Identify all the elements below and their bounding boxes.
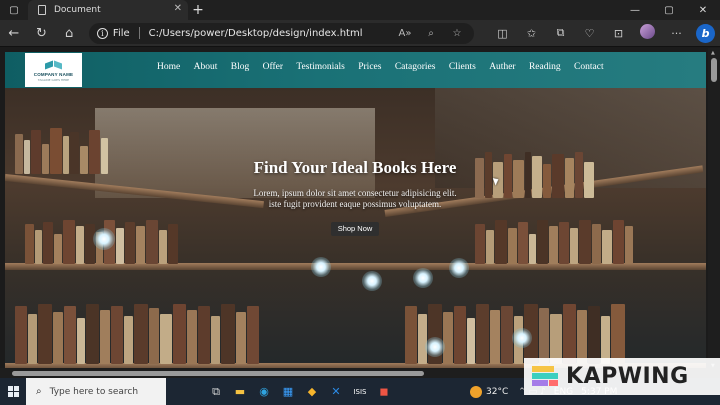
more-options-icon[interactable]: ··· — [662, 27, 691, 40]
store-icon[interactable]: ▦ — [276, 378, 300, 405]
document-icon — [38, 5, 46, 15]
lamp-glow — [413, 268, 433, 288]
kapwing-watermark: KAPWING — [524, 358, 720, 395]
read-aloud-icon[interactable]: A» — [392, 28, 418, 39]
hero-title: Find Your Ideal Books Here — [253, 158, 457, 177]
nav-catagories[interactable]: Catagories — [395, 62, 436, 72]
refresh-icon[interactable]: ↻ — [28, 20, 56, 47]
back-icon[interactable]: ← — [0, 20, 28, 47]
nav-contact[interactable]: Contact — [574, 62, 604, 72]
url-separator — [138, 27, 140, 39]
main-nav: Home About Blog Offer Testimonials Price… — [157, 52, 617, 82]
collections-icon[interactable]: ⧉ — [546, 26, 575, 40]
url-text: C:/Users/power/Desktop/design/index.html — [148, 27, 363, 39]
windows-logo-icon — [7, 386, 19, 397]
nav-clients[interactable]: Clients — [449, 62, 476, 72]
nav-home[interactable]: Home — [157, 62, 180, 72]
scroll-up-icon[interactable]: ▲ — [711, 50, 715, 56]
minimize-icon[interactable]: — — [618, 5, 652, 16]
workspaces-icon[interactable]: ▢ — [0, 0, 28, 20]
shop-now-button[interactable]: Shop Now — [331, 222, 379, 236]
info-icon[interactable]: i — [96, 27, 108, 39]
task-view-icon[interactable]: ⧉ — [204, 378, 228, 405]
lamp-glow — [93, 228, 115, 250]
start-button[interactable] — [0, 378, 26, 405]
url-field[interactable]: i File C:/Users/power/Desktop/design/ind… — [88, 22, 474, 44]
tab-title: Document — [54, 5, 101, 15]
vscode-icon[interactable]: ✕ — [324, 378, 348, 405]
profile-avatar[interactable] — [633, 24, 662, 42]
book-row — [15, 126, 109, 174]
edge-icon[interactable]: ◉ — [252, 378, 276, 405]
app-icon[interactable]: ◼ — [372, 378, 396, 405]
search-icon: ⌕ — [36, 386, 42, 397]
book-row — [475, 220, 634, 264]
nav-auther[interactable]: Auther — [489, 62, 515, 72]
app-icon[interactable]: ◆ — [300, 378, 324, 405]
browser-tab[interactable]: Document ✕ — [28, 0, 188, 20]
page-viewport: COMPANY NAME TAGLINE GOES HERE Home Abou… — [5, 52, 706, 368]
temperature-label: 32°C — [486, 386, 509, 397]
taskbar-search-field[interactable]: ⌕ Type here to search — [26, 378, 166, 405]
lamp-glow — [512, 328, 532, 348]
screen: ▢ Document ✕ + — ▢ ✕ ← ↻ ⌂ i File C:/Use… — [0, 0, 720, 405]
nav-about[interactable]: About — [194, 62, 218, 72]
isis-app-icon[interactable]: ISIS — [348, 378, 372, 405]
kapwing-logo-icon — [530, 364, 560, 390]
book-row — [475, 148, 595, 198]
url-prefix: File — [112, 27, 130, 39]
vertical-scrollbar[interactable]: ▲ ▼ — [708, 48, 720, 371]
browser-essentials-icon[interactable]: ♡ — [575, 27, 604, 40]
hero-window-light — [95, 108, 375, 198]
file-explorer-icon[interactable]: ▬ — [228, 378, 252, 405]
shelf — [5, 263, 706, 270]
book-row — [15, 302, 260, 364]
lamp-glow — [311, 257, 331, 277]
nav-testimonials[interactable]: Testimonials — [296, 62, 344, 72]
site-header: COMPANY NAME TAGLINE GOES HERE Home Abou… — [5, 52, 706, 88]
nav-offer[interactable]: Offer — [263, 62, 283, 72]
close-window-icon[interactable]: ✕ — [686, 5, 720, 16]
book-logo-icon — [44, 58, 64, 70]
extensions-icon[interactable]: ⊡ — [604, 27, 633, 40]
lamp-glow — [362, 271, 382, 291]
address-bar: ← ↻ ⌂ i File C:/Users/power/Desktop/desi… — [0, 20, 720, 47]
taskbar-apps: ⧉ ▬ ◉ ▦ ◆ ✕ ISIS ◼ — [204, 378, 396, 405]
nav-prices[interactable]: Prices — [358, 62, 381, 72]
hero-text: Lorem, ipsum dolor sit amet consectetur … — [253, 188, 457, 209]
weather-icon[interactable] — [470, 385, 482, 398]
horizontal-scroll-thumb[interactable] — [12, 371, 424, 376]
omnibox-tools: A» ⌕ ☆ — [392, 23, 470, 44]
lamp-glow — [425, 337, 445, 357]
kapwing-text: KAPWING — [566, 364, 689, 389]
taskbar-search-placeholder: Type here to search — [49, 386, 139, 397]
lamp-glow — [449, 258, 469, 278]
home-icon[interactable]: ⌂ — [55, 20, 83, 47]
favorite-star-icon[interactable]: ☆ — [444, 28, 470, 39]
logo-tagline: TAGLINE GOES HERE — [37, 78, 70, 82]
close-tab-icon[interactable]: ✕ — [174, 3, 182, 14]
company-logo[interactable]: COMPANY NAME TAGLINE GOES HERE — [25, 53, 82, 87]
nav-reading[interactable]: Reading — [529, 62, 561, 72]
favorites-icon[interactable]: ✩ — [517, 27, 546, 40]
toolbar-right: ◫ ✩ ⧉ ♡ ⊡ ··· b — [488, 23, 720, 43]
copilot-icon[interactable]: b — [691, 23, 720, 43]
split-screen-icon[interactable]: ◫ — [488, 27, 517, 40]
maximize-icon[interactable]: ▢ — [652, 5, 686, 16]
zoom-icon[interactable]: ⌕ — [418, 28, 444, 39]
hero-section: Find Your Ideal Books Here Lorem, ipsum … — [5, 88, 706, 368]
window-controls: — ▢ ✕ — [618, 5, 720, 16]
vertical-scroll-thumb[interactable] — [711, 58, 717, 82]
browser-tab-strip: ▢ Document ✕ + — ▢ ✕ — [0, 0, 720, 20]
new-tab-button[interactable]: + — [188, 2, 208, 18]
nav-blog[interactable]: Blog — [231, 62, 249, 72]
logo-text: COMPANY NAME — [33, 72, 74, 77]
